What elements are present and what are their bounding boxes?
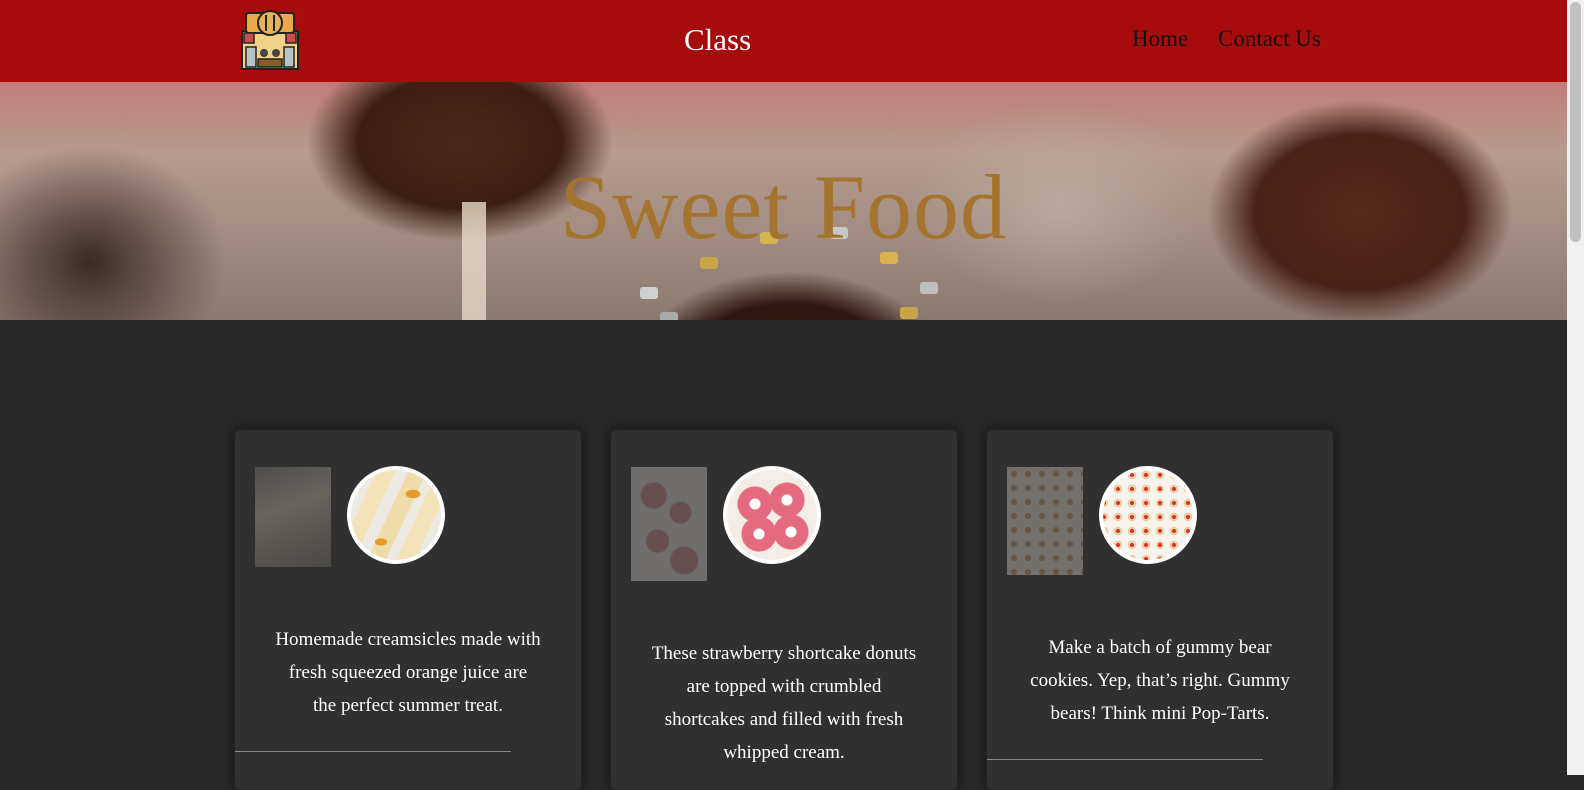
hero-banner: Sweet Food — [0, 82, 1567, 320]
hero-title: Sweet Food — [560, 156, 1007, 258]
card-description: These strawberry shortcake donuts are to… — [651, 643, 917, 763]
recipe-card: Homemade creamsicles made with fresh squ… — [235, 430, 581, 790]
gummy-cookies-thumbnail[interactable] — [1007, 467, 1083, 575]
cake-pop-stick — [462, 202, 486, 320]
sprinkle-decoration — [660, 312, 678, 320]
site-header: Class Home Contact Us — [0, 0, 1567, 82]
card-description: Make a batch of gummy bear cookies. Yep,… — [1030, 637, 1290, 724]
card-description: Homemade creamsicles made with fresh squ… — [275, 629, 541, 716]
scrollbar-thumb[interactable] — [1570, 2, 1581, 242]
donuts-avatar[interactable] — [723, 466, 821, 564]
gummy-cookies-avatar[interactable] — [1099, 466, 1197, 564]
restaurant-logo-icon[interactable] — [240, 9, 300, 71]
sprinkle-decoration — [920, 282, 938, 294]
sprinkle-decoration — [640, 287, 658, 299]
card-divider — [235, 751, 511, 752]
donuts-thumbnail[interactable] — [631, 467, 707, 581]
creamsicles-avatar[interactable] — [347, 466, 445, 564]
creamsicles-thumbnail[interactable] — [255, 467, 331, 567]
page-scrollbar[interactable] — [1567, 0, 1584, 775]
card-divider — [987, 759, 1263, 760]
sprinkle-decoration — [900, 307, 918, 319]
nav-home-link[interactable]: Home — [1132, 26, 1188, 52]
recipe-card: Make a batch of gummy bear cookies. Yep,… — [987, 430, 1333, 790]
nav-contact-link[interactable]: Contact Us — [1218, 26, 1321, 52]
recipe-card: These strawberry shortcake donuts are to… — [611, 430, 957, 790]
site-title: Class — [684, 22, 752, 57]
